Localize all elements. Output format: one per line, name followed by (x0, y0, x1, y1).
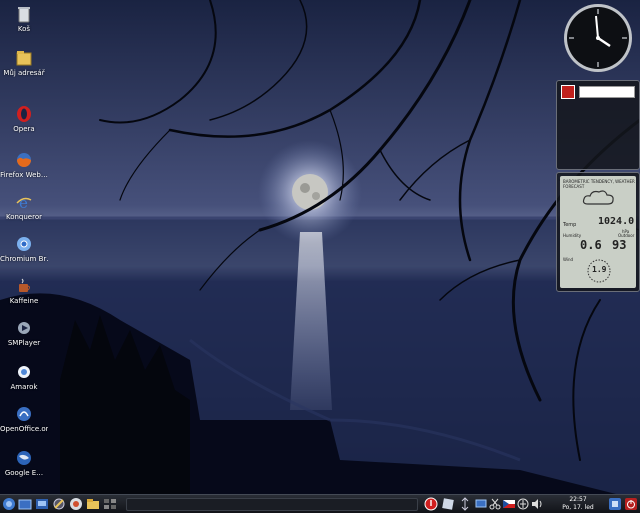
desktop-icon-trash[interactable]: Koš (0, 4, 48, 34)
scissors-icon[interactable] (488, 497, 502, 511)
desktop-icon-chromium[interactable]: Chromium Br… (0, 234, 48, 264)
openoffice-icon (17, 407, 31, 421)
desktop-icon-label: Firefox Web… (0, 171, 48, 179)
panel-toolbox-icon[interactable] (608, 497, 622, 511)
weather-station-widget[interactable]: BAROMETRIC TENDENCY, WEATHER FORECAST Te… (556, 172, 640, 292)
desktop-icon-firefox[interactable]: Firefox Web… (0, 150, 48, 180)
weather-lcd-display: BAROMETRIC TENDENCY, WEATHER FORECAST Te… (560, 176, 636, 288)
desktop-icon-label: Konqueror (5, 213, 43, 221)
clock-date: Po, 17. led (562, 504, 594, 511)
show-desktop-icon[interactable] (18, 497, 32, 511)
system-settings-icon[interactable] (35, 497, 49, 511)
shutdown-icon[interactable] (624, 497, 638, 511)
weather-temp-label: Temp (563, 222, 577, 228)
task-manager-area[interactable] (126, 498, 418, 511)
volume-icon[interactable] (530, 497, 544, 511)
wind-label: Wind (563, 257, 574, 262)
cloud-icon (582, 190, 614, 205)
notes-toolbar (561, 85, 635, 99)
notes-input[interactable] (579, 86, 635, 98)
notes-tray-icon[interactable] (441, 497, 455, 511)
file-manager-icon[interactable] (86, 497, 100, 511)
desktop-icon-label: Opera (13, 125, 35, 133)
humidity-value: 0.6 (580, 238, 602, 252)
desktop-icon-amarok[interactable]: Amarok (0, 362, 48, 392)
pressure-value: 1024.0 (598, 216, 635, 227)
trash-icon (18, 7, 30, 23)
desktop-icon-label: SMPlayer (7, 339, 41, 347)
humidity-label: Humidity (563, 233, 582, 238)
power-alert-icon[interactable] (424, 497, 438, 511)
desktop-icon-smplayer[interactable]: SMPlayer (0, 318, 48, 348)
konqueror-icon: e (16, 194, 32, 212)
desktop-icon-kaffeine[interactable]: Kaffeine (0, 276, 48, 306)
desktop-icon-opera[interactable]: Opera (0, 104, 48, 134)
notes-widget[interactable] (556, 80, 640, 170)
svg-text:e: e (19, 194, 28, 212)
clock-time: 22:57 (569, 496, 587, 503)
network-tray-icon[interactable] (474, 497, 488, 511)
desktop-icon-google-earth[interactable]: Google E… (0, 448, 48, 478)
smplayer-icon (18, 322, 30, 334)
desktop-icon-openoffice[interactable]: OpenOffice.org 3.2 … (0, 404, 48, 434)
desktop-icon-label: Chromium Br… (0, 255, 48, 263)
desktop-icon-konqueror[interactable]: e Konqueror (0, 192, 48, 222)
usb-icon[interactable] (516, 497, 530, 511)
analog-clock-widget[interactable] (560, 2, 636, 74)
virtual-desktop-pager-icon[interactable] (103, 497, 117, 511)
desktop-icon-label: Google E… (4, 469, 44, 477)
desktop-icon-label: Kaffeine (9, 297, 39, 305)
desktop-icon-label: Koš (17, 25, 31, 33)
desktop-icon-label: Můj adresář (3, 69, 45, 77)
outdoor-value: 93 (612, 238, 627, 252)
opera-icon (17, 106, 31, 122)
desktop-icon-label: OpenOffice.org 3.2 … (0, 425, 48, 433)
desktop-wallpaper (0, 0, 640, 512)
google-earth-icon (17, 451, 31, 465)
wind-value: 1.9 (592, 265, 607, 274)
desktop-icon-home[interactable]: Můj adresář (0, 48, 48, 78)
amarok-icon (18, 366, 30, 378)
home-folder-icon (16, 51, 32, 66)
chromium-icon (17, 237, 31, 251)
keyboard-layout-flag-icon[interactable] (502, 497, 516, 511)
tray-clock[interactable]: 22:57 Po, 17. led (556, 496, 600, 512)
desktop-icon-label: Amarok (10, 383, 38, 391)
arrows-tray-icon[interactable] (458, 497, 472, 511)
notes-app-icon[interactable] (561, 85, 575, 99)
tools-icon[interactable] (52, 497, 66, 511)
start-menu-icon[interactable] (2, 497, 16, 511)
kaffeine-icon (19, 278, 30, 292)
package-manager-icon[interactable] (69, 497, 83, 511)
firefox-icon (17, 153, 31, 167)
taskbar: 22:57 Po, 17. led (0, 494, 640, 513)
